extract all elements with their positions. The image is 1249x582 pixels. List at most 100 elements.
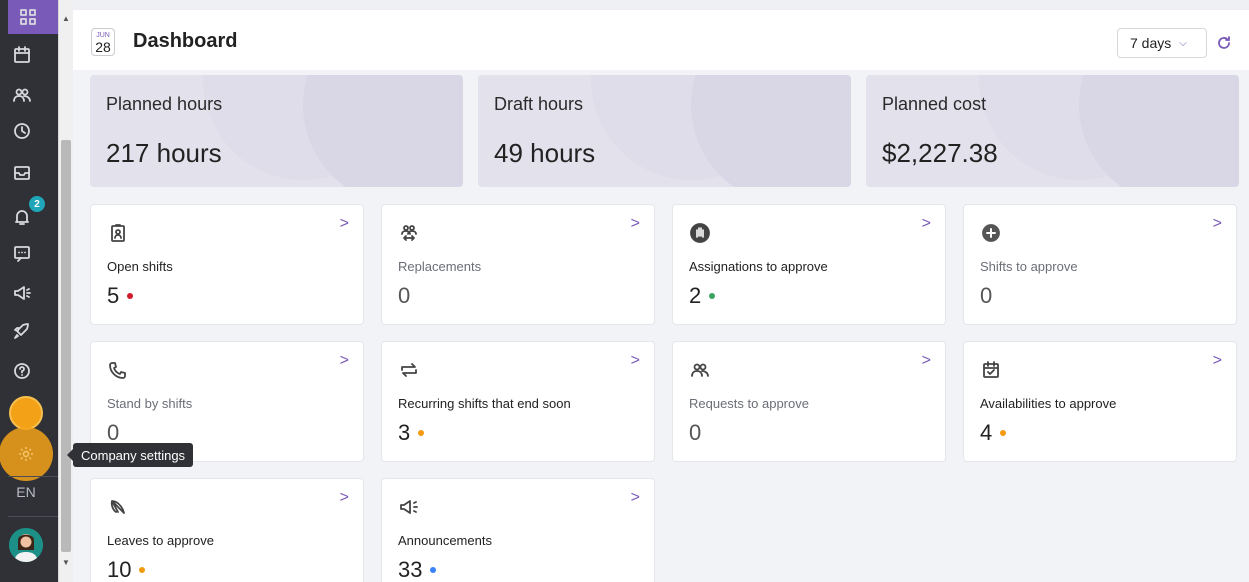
- badge-icon: [108, 223, 128, 243]
- stat-label: Draft hours: [494, 94, 584, 114]
- dashboard-header: JUN 28 Dashboard 7 days ⌵: [73, 10, 1249, 70]
- tile-label: Leaves to approve: [107, 533, 214, 548]
- chevron-right-icon: >: [630, 215, 640, 232]
- bell-icon: [15, 210, 29, 225]
- stat-value: 217 hours: [106, 138, 222, 168]
- tile-count: 10: [107, 557, 146, 582]
- tile-leaves-to-approve[interactable]: > Leaves to approve 10: [90, 478, 364, 582]
- tile-count: 33: [398, 557, 437, 582]
- tile-count: 3: [398, 420, 425, 446]
- chevron-right-icon: >: [630, 489, 640, 506]
- tile-label: Stand by shifts: [107, 396, 193, 411]
- inbox-icon: [14, 166, 30, 180]
- tile-label: Shifts to approve: [980, 259, 1078, 274]
- sidebar-item-calendar[interactable]: [0, 38, 44, 72]
- tile-label: Availabilities to approve: [980, 396, 1117, 411]
- tile-label: Open shifts: [107, 259, 173, 274]
- chevron-right-icon: >: [630, 352, 640, 369]
- gear-icon: [19, 447, 33, 461]
- sidebar-item-help[interactable]: [0, 354, 44, 388]
- main-content: JUN 28 Dashboard 7 days ⌵ Planned hours …: [73, 10, 1249, 582]
- date-chip: JUN 28: [91, 28, 115, 56]
- sidebar-item-announcements[interactable]: [0, 276, 44, 310]
- people-icon: [13, 88, 31, 102]
- calendar-icon: [14, 46, 30, 63]
- status-dot: [1000, 430, 1007, 436]
- sidebar-divider: [8, 476, 58, 477]
- tile-replacements[interactable]: > Replacements 0: [381, 204, 655, 325]
- sidebar-item-employees[interactable]: [0, 78, 44, 112]
- tile-open-shifts[interactable]: > Open shifts 5: [90, 204, 364, 325]
- user-avatar[interactable]: [9, 528, 43, 562]
- chevron-right-icon: >: [921, 215, 931, 232]
- company-settings-button[interactable]: [0, 427, 53, 481]
- range-select[interactable]: 7 days ⌵: [1117, 28, 1207, 58]
- chevron-right-icon: >: [1212, 352, 1222, 369]
- plus-circle-icon: [981, 223, 1001, 243]
- sidebar: 2 EN: [0, 0, 58, 582]
- range-select-value: 7 days: [1130, 35, 1172, 51]
- dashboard-icon: [6, 0, 50, 34]
- stat-value: 49 hours: [494, 138, 596, 168]
- page-title: Dashboard: [133, 30, 238, 52]
- status-dot: [430, 567, 437, 573]
- tile-label: Recurring shifts that end soon: [398, 396, 571, 411]
- tile-assignations-to-approve[interactable]: > Assignations to approve 2: [672, 204, 946, 325]
- scroll-down-arrow-icon[interactable]: ▼: [62, 558, 70, 567]
- scroll-up-arrow-icon[interactable]: ▲: [62, 14, 70, 23]
- calendar-check-icon: [981, 360, 1001, 380]
- company-settings-tooltip: Company settings: [66, 443, 194, 467]
- status-dot: [709, 293, 716, 299]
- sidebar-divider: [8, 516, 58, 517]
- tile-count: 0: [398, 283, 411, 308]
- scrollbar-thumb[interactable]: [61, 140, 71, 552]
- tile-label: Requests to approve: [689, 396, 809, 411]
- tile-count: 4: [980, 420, 1007, 446]
- tile-count: 0: [980, 283, 993, 308]
- chevron-down-icon: ⌵: [1179, 37, 1187, 49]
- hand-icon: [690, 223, 710, 243]
- tile-requests-to-approve[interactable]: > Requests to approve 0: [672, 341, 946, 462]
- people-icon: [690, 360, 710, 380]
- status-dot: [139, 567, 146, 573]
- tile-shifts-to-approve[interactable]: > Shifts to approve 0: [963, 204, 1237, 325]
- sidebar-item-time[interactable]: [0, 114, 44, 148]
- chevron-right-icon: >: [1212, 215, 1222, 232]
- phone-icon: [108, 360, 128, 380]
- tile-count: 2: [689, 283, 716, 309]
- sidebar-item-inbox[interactable]: [0, 156, 44, 190]
- date-day: 28: [95, 39, 111, 55]
- stat-card-planned-hours: Planned hours 217 hours: [90, 75, 463, 187]
- sidebar-item-launch[interactable]: [0, 314, 44, 348]
- chevron-right-icon: >: [921, 352, 931, 369]
- support-avatar[interactable]: [9, 396, 43, 430]
- language-switcher[interactable]: EN: [0, 484, 52, 500]
- megaphone-icon: [399, 497, 419, 517]
- tile-availabilities-to-approve[interactable]: > Availabilities to approve 4: [963, 341, 1237, 462]
- chevron-right-icon: >: [339, 352, 349, 369]
- tile-recurring-shifts[interactable]: > Recurring shifts that end soon 3: [381, 341, 655, 462]
- rocket-icon: [14, 323, 29, 339]
- repeat-icon: [399, 360, 419, 380]
- refresh-icon[interactable]: [1215, 34, 1233, 52]
- stat-card-planned-cost: Planned cost $2,227.38: [866, 75, 1239, 187]
- user-photo-icon: [9, 528, 43, 562]
- tile-label: Announcements: [398, 533, 492, 548]
- stat-label: Planned hours: [106, 94, 223, 114]
- clock-icon: [14, 123, 30, 139]
- umbrella-icon: [108, 497, 128, 517]
- megaphone-icon: [14, 286, 31, 300]
- swap-people-icon: [399, 223, 419, 243]
- status-dot: [418, 430, 425, 436]
- stat-value: $2,227.38: [882, 138, 998, 168]
- tile-announcements[interactable]: > Announcements 33: [381, 478, 655, 582]
- tile-count: 0: [689, 420, 702, 445]
- sidebar-scrollbar[interactable]: ▲ ▼: [58, 0, 73, 582]
- help-icon: [14, 363, 30, 379]
- sidebar-item-messages[interactable]: [0, 236, 44, 270]
- notification-badge: 2: [29, 196, 45, 212]
- chevron-right-icon: >: [339, 489, 349, 506]
- status-dot: [127, 293, 134, 299]
- chat-icon: [14, 246, 30, 262]
- tile-label: Assignations to approve: [689, 259, 828, 274]
